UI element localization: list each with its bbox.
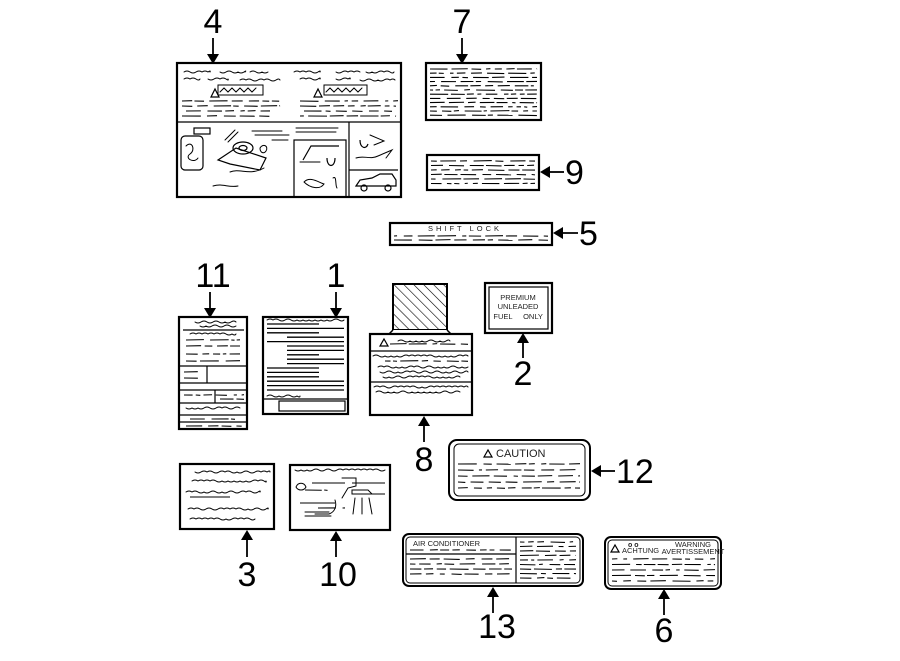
labels-parts-diagram: 4 7 9 SHIFT LOCK 5 11 1 8 PREMIUM UNLEAD… — [175, 3, 725, 650]
callout-2: 2 — [514, 333, 533, 393]
label-13-air-conditioner-label[interactable]: AIR CONDITIONER — [402, 533, 584, 587]
avertissement-text: AVERTISSEMENT — [662, 547, 725, 556]
label-9-text-label[interactable] — [425, 153, 541, 192]
label-11-text-label[interactable] — [177, 315, 249, 431]
unleaded-text: UNLEADED — [498, 302, 539, 311]
callout-3: 3 — [238, 530, 257, 594]
callout-number-4: 4 — [204, 3, 223, 41]
label-3-text-label[interactable] — [178, 462, 276, 531]
callout-5: 5 — [553, 215, 598, 253]
label-2-premium-fuel-label[interactable]: PREMIUM UNLEADED FUEL ONLY — [483, 281, 554, 335]
label-4-warning-icon-left — [210, 84, 264, 98]
callout-number-10: 10 — [319, 556, 357, 594]
callout-8: 8 — [415, 416, 434, 479]
shift-lock-text: SHIFT LOCK — [428, 224, 502, 233]
callout-number-11: 11 — [195, 257, 230, 295]
callout-number-3: 3 — [238, 556, 257, 594]
callout-number-5: 5 — [579, 215, 598, 253]
label-6-warning-label[interactable]: o o ACHTUNG WARNING AVERTISSEMENT — [604, 536, 725, 590]
label-12-caution-label[interactable]: CAUTION — [448, 439, 591, 501]
callout-number-9: 9 — [565, 154, 584, 192]
caution-text: CAUTION — [496, 448, 546, 460]
fuel-text: FUEL — [493, 312, 512, 321]
only-text: ONLY — [523, 312, 543, 321]
callout-number-8: 8 — [415, 441, 434, 479]
callout-9: 9 — [540, 154, 584, 192]
callout-12: 12 — [591, 453, 654, 491]
callout-4: 4 — [204, 3, 223, 64]
achtung-text: ACHTUNG — [622, 546, 659, 555]
label-8-tab-label[interactable] — [368, 283, 474, 417]
callout-13: 13 — [478, 587, 516, 646]
label-5-shift-lock-label[interactable]: SHIFT LOCK — [388, 221, 554, 247]
callout-number-12: 12 — [616, 453, 654, 491]
premium-text: PREMIUM — [500, 293, 535, 302]
air-conditioner-text: AIR CONDITIONER — [413, 539, 481, 548]
callout-7: 7 — [453, 3, 472, 64]
callout-number-2: 2 — [514, 355, 533, 393]
label-4-info-label[interactable] — [175, 61, 403, 199]
label-1-text-label[interactable] — [261, 315, 350, 416]
callout-6: 6 — [655, 589, 674, 650]
callout-number-1: 1 — [327, 257, 346, 295]
label-10-pictogram-label[interactable] — [288, 463, 392, 532]
callout-number-13: 13 — [478, 608, 516, 646]
callout-1: 1 — [327, 257, 346, 318]
callout-11: 11 — [195, 257, 231, 318]
callout-number-6: 6 — [655, 612, 674, 650]
label-7-text-label[interactable] — [424, 61, 543, 122]
callout-number-7: 7 — [453, 3, 472, 41]
callout-10: 10 — [319, 531, 357, 594]
